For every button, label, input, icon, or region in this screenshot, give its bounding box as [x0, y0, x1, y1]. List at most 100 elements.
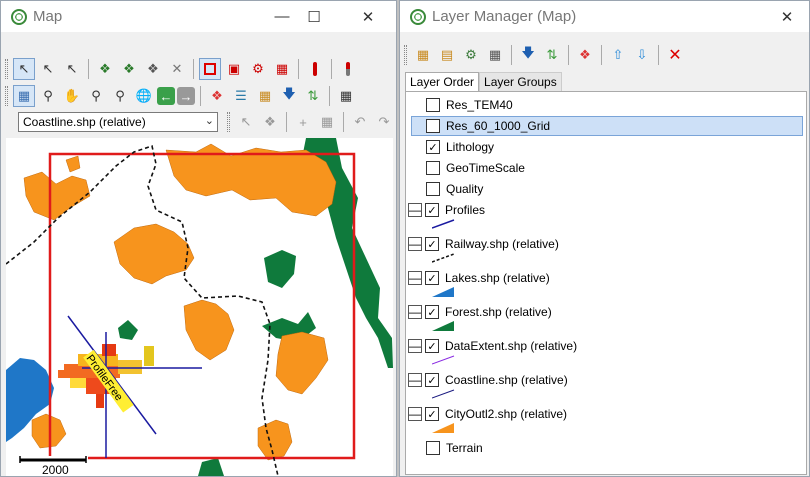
collapse-toggle[interactable]: — — [408, 271, 422, 285]
forest-shape — [118, 320, 138, 340]
map-grab-3-icon[interactable]: ❖ — [142, 58, 164, 80]
map-grab-2-icon[interactable]: ❖ — [118, 58, 140, 80]
pencil-icon[interactable] — [337, 58, 359, 80]
layer-checkbox[interactable]: ✓ — [425, 407, 439, 421]
city-shape — [23, 171, 91, 221]
toolbar-grip[interactable] — [227, 112, 230, 132]
zoom-window-icon[interactable]: ⚲ — [37, 85, 59, 107]
layer-checkbox[interactable] — [426, 161, 440, 175]
map-svg[interactable]: ProfileFree 2000 — [6, 138, 393, 476]
layer-row-coastline[interactable]: — ✓ Coastline.shp (relative) — [406, 370, 568, 390]
collapse-toggle[interactable]: — — [408, 339, 422, 353]
layer-row-lithology[interactable]: ✓ Lithology — [426, 137, 494, 157]
layer-row-forest[interactable]: — ✓ Forest.shp (relative) — [406, 302, 552, 322]
forest-shape — [198, 458, 224, 476]
layer-row-profiles[interactable]: — ✓ Profiles — [406, 200, 485, 220]
layer-row-lakes[interactable]: — ✓ Lakes.shp (relative) — [406, 268, 550, 288]
delete-icon[interactable]: ✕ — [166, 58, 188, 80]
layer-row-res-tem40[interactable]: Res_TEM40 — [426, 95, 513, 115]
tab-layer-order[interactable]: Layer Order — [405, 72, 480, 93]
layer-row-geotimescale[interactable]: GeoTimeScale — [426, 158, 525, 178]
toolbar-grip[interactable] — [5, 86, 8, 106]
layer-checkbox[interactable]: ✓ — [425, 339, 439, 353]
layer-checkbox[interactable]: ✓ — [425, 271, 439, 285]
attribute-table-icon[interactable]: ▦ — [484, 44, 506, 66]
layer-checkbox[interactable] — [426, 182, 440, 196]
layer-props-icon[interactable]: ▦ — [254, 85, 276, 107]
download-icon[interactable]: 🡇 — [278, 85, 300, 107]
layer-add-icon[interactable]: ❖ — [206, 85, 228, 107]
zoom-out-icon[interactable]: ⚲ — [109, 85, 131, 107]
node-edit-icon[interactable]: ❖ — [259, 111, 281, 133]
layer-view-icon[interactable]: ▦ — [13, 85, 35, 107]
move-up-icon[interactable]: ⇧ — [607, 44, 629, 66]
map-titlebar[interactable]: Map — ☐ ✕ — [1, 1, 396, 32]
move-down-icon[interactable]: ⇩ — [631, 44, 653, 66]
layer-row-railway[interactable]: — ✓ Railway.shp (relative) — [406, 234, 559, 254]
layer-checkbox[interactable]: ✓ — [425, 203, 439, 217]
layer-checkbox[interactable] — [426, 98, 440, 112]
zoom-box-icon[interactable]: ▣ — [223, 58, 245, 80]
layer-row-cityoutl2[interactable]: — ✓ CityOutl2.shp (relative) — [406, 404, 567, 424]
collapse-toggle[interactable]: — — [408, 203, 422, 217]
polygon-red-icon[interactable]: ▦ — [271, 58, 293, 80]
collapse-toggle[interactable]: — — [408, 305, 422, 319]
refresh-icon[interactable]: ⇅ — [302, 85, 324, 107]
active-layer-dropdown[interactable]: Coastline.shp (relative) ⌄ — [18, 112, 218, 132]
remove-layer-icon[interactable]: ✕ — [664, 44, 686, 66]
back-icon[interactable]: ← — [157, 87, 175, 105]
layer-checkbox[interactable]: ✓ — [426, 140, 440, 154]
refresh-icon[interactable]: ⇅ — [541, 44, 563, 66]
collapse-toggle[interactable]: — — [408, 373, 422, 387]
layer-row-dataextent[interactable]: — ✓ DataExtent.shp (relative) — [406, 336, 577, 356]
layer-style-icon[interactable]: ⚙ — [460, 44, 482, 66]
close-button[interactable]: ✕ — [764, 1, 810, 32]
scalebar-label: 2000 — [42, 463, 69, 476]
collapse-toggle[interactable]: — — [408, 407, 422, 421]
red-bar-icon[interactable] — [304, 58, 326, 80]
layer-row-terrain[interactable]: Terrain — [426, 438, 483, 458]
redo-icon[interactable]: ↷ — [373, 111, 395, 133]
select-arrow-icon[interactable]: ↖ — [13, 58, 35, 80]
layer-checkbox[interactable]: ✓ — [425, 305, 439, 319]
add-icon[interactable]: + — [292, 111, 314, 133]
layer-manager-titlebar[interactable]: Layer Manager (Map) ✕ — [400, 1, 809, 32]
layer-row-res-60-1000-grid[interactable]: Res_60_1000_Grid — [411, 116, 803, 136]
layer-checkbox[interactable] — [426, 441, 440, 455]
legend-line-navy — [432, 389, 455, 399]
rect-red-icon[interactable] — [199, 58, 221, 80]
layer-properties-icon[interactable]: ▤ — [436, 44, 458, 66]
toolbar-grip[interactable] — [5, 59, 8, 79]
pan-hand-icon[interactable]: ✋ — [61, 85, 83, 107]
select-multi-icon[interactable]: ↖ — [61, 58, 83, 80]
layer-color-icon[interactable]: ❖ — [574, 44, 596, 66]
gear-red-icon[interactable]: ⚙ — [247, 58, 269, 80]
toolbar-separator — [200, 86, 201, 106]
maximize-button[interactable]: ☐ — [291, 1, 337, 32]
layer-checkbox[interactable] — [426, 119, 440, 133]
edit-cursor-icon[interactable]: ↖ — [235, 111, 257, 133]
layers-icon[interactable]: ☰ — [230, 85, 252, 107]
toolbar-grip[interactable] — [404, 45, 407, 65]
close-button[interactable]: ✕ — [345, 1, 391, 32]
forward-icon[interactable]: → — [177, 87, 195, 105]
tab-layer-groups[interactable]: Layer Groups — [479, 72, 562, 92]
download-icon[interactable]: 🡇 — [517, 44, 539, 66]
zoom-in-icon[interactable]: ⚲ — [85, 85, 107, 107]
layer-manager-window: Layer Manager (Map) ✕ ▦ ▤ ⚙ ▦ 🡇 ⇅ ❖ ⇧ ⇩ … — [399, 0, 810, 477]
grid-icon[interactable]: ▦ — [335, 85, 357, 107]
select-node-icon[interactable]: ↖ — [37, 58, 59, 80]
collapse-toggle[interactable]: — — [408, 237, 422, 251]
toolbar-separator — [658, 45, 659, 65]
map-grab-icon[interactable]: ❖ — [94, 58, 116, 80]
layer-checkbox[interactable]: ✓ — [425, 237, 439, 251]
undo-icon[interactable]: ↶ — [349, 111, 371, 133]
layer-checkbox[interactable]: ✓ — [425, 373, 439, 387]
map-canvas[interactable]: ProfileFree 2000 — [6, 138, 393, 476]
add-layer-icon[interactable]: ▦ — [412, 44, 434, 66]
layer-row-quality[interactable]: Quality — [426, 179, 483, 199]
chevron-down-icon[interactable]: ⌄ — [205, 114, 214, 127]
globe-icon[interactable]: 🌐 — [133, 85, 155, 107]
table-icon[interactable]: ▦ — [316, 111, 338, 133]
layer-label: Coastline.shp (relative) — [445, 373, 568, 387]
